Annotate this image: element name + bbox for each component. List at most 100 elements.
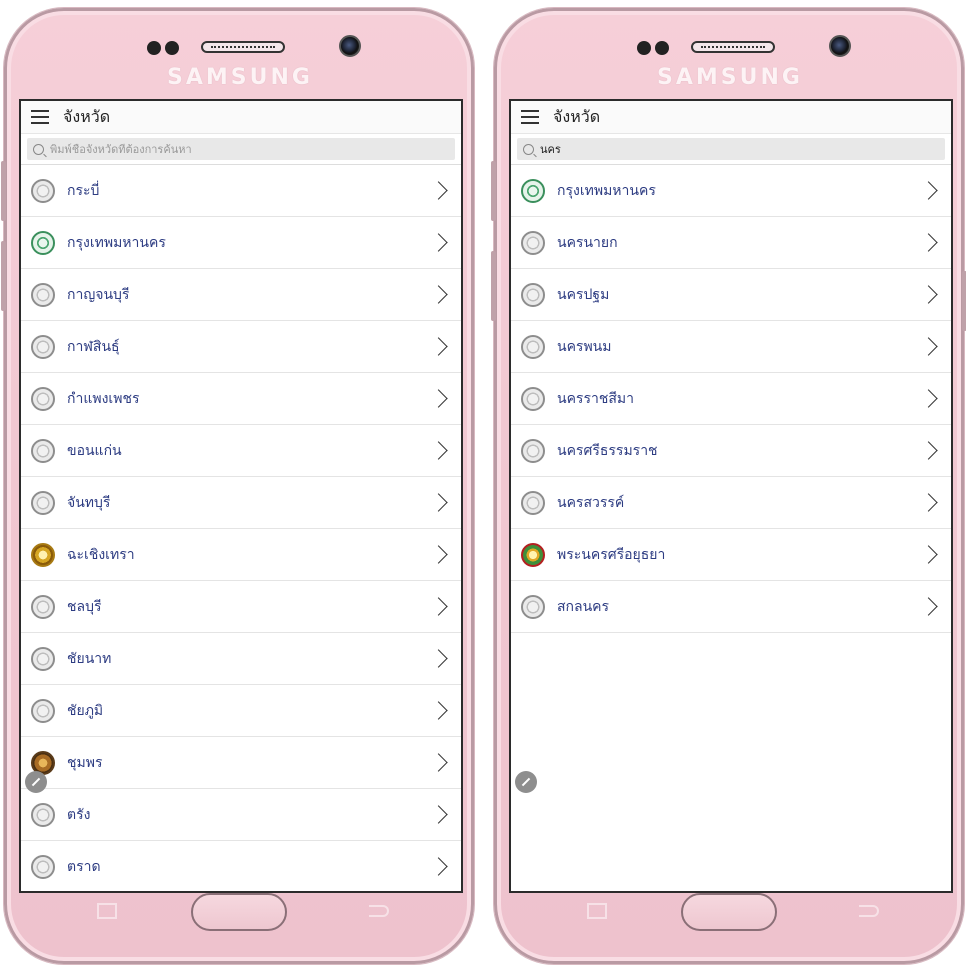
chevron-right-icon[interactable] [429, 337, 448, 356]
search-input[interactable] [540, 142, 939, 156]
hamburger-menu-icon[interactable] [31, 110, 49, 124]
list-item[interactable]: ชัยภูมิ [21, 685, 461, 737]
list-item[interactable]: จันทบุรี [21, 477, 461, 529]
list-item-label: ฉะเชิงเทรา [67, 546, 135, 563]
list-item[interactable]: สกลนคร [511, 581, 951, 633]
gray-seal-icon [31, 698, 55, 723]
list-item-label: กรุงเทพมหานคร [557, 182, 656, 199]
list-item-label: นครสวรรค์ [557, 494, 625, 511]
home-button[interactable] [681, 893, 777, 931]
brand-logo: SAMSUNG [167, 65, 313, 90]
gray-seal-icon [31, 490, 55, 515]
list-item[interactable]: ตรัง [21, 789, 461, 841]
chevron-right-icon[interactable] [919, 337, 938, 356]
province-list: กระบี่ กรุงเทพมหานคร กาญจนบุรีกาฬสินธุ์กำแ… [21, 164, 461, 891]
list-item[interactable]: พระนครศรีอยุธยา [511, 529, 951, 581]
gray-seal-icon [521, 490, 545, 515]
gray-seal-icon [521, 282, 545, 307]
gray-seal-icon [521, 230, 545, 255]
list-item-label: ตราด [67, 858, 101, 875]
brand-logo: SAMSUNG [657, 65, 803, 90]
chevron-right-icon[interactable] [429, 545, 448, 564]
search-input[interactable] [50, 142, 449, 156]
gray-seal-icon [31, 334, 55, 359]
chevron-right-icon[interactable] [919, 233, 938, 252]
edit-icon[interactable] [515, 771, 537, 793]
search-bar[interactable] [517, 138, 945, 160]
chevron-right-icon[interactable] [429, 493, 448, 512]
list-item[interactable]: ชลบุรี [21, 581, 461, 633]
list-item-label: กาฬสินธุ์ [67, 338, 120, 355]
green-seal-icon [31, 230, 55, 255]
screen-left: จังหวัด กระบี่กรุงเทพมหานครกาญจนบุรีกาฬส… [19, 99, 463, 893]
list-item[interactable]: ชุมพร [21, 737, 461, 789]
speaker-grille [691, 41, 775, 53]
gray-seal-icon [31, 594, 55, 619]
chevron-right-icon[interactable] [429, 649, 448, 668]
province-list: กรุงเทพมหานครนครนายกนครปฐม นครพนม นครราชสี… [511, 164, 951, 633]
chevron-right-icon[interactable] [429, 753, 448, 772]
list-item-label: นครนายก [557, 234, 618, 251]
gray-seal-icon [521, 386, 545, 411]
gray-seal-icon [31, 646, 55, 671]
chevron-right-icon[interactable] [429, 389, 448, 408]
chevron-right-icon[interactable] [919, 441, 938, 460]
list-item[interactable]: นครปฐม [511, 269, 951, 321]
chevron-right-icon[interactable] [429, 805, 448, 824]
list-item[interactable]: นครราชสีมา [511, 373, 951, 425]
recent-apps-icon[interactable] [97, 903, 117, 919]
chevron-right-icon[interactable] [919, 181, 938, 200]
edit-icon[interactable] [25, 771, 47, 793]
back-icon[interactable] [859, 905, 879, 917]
side-key [962, 271, 966, 331]
chevron-right-icon[interactable] [919, 493, 938, 512]
chevron-right-icon[interactable] [919, 389, 938, 408]
list-item-label: ขอนแก่น [67, 442, 122, 459]
gray-seal-icon [31, 438, 55, 463]
screen-right: จังหวัด กรุงเทพมหานครนครนายกนครปฐมนครพนม… [509, 99, 953, 893]
recent-apps-icon[interactable] [587, 903, 607, 919]
list-item[interactable]: กระบี่ [21, 165, 461, 217]
home-button[interactable] [191, 893, 287, 931]
green-seal-icon [521, 178, 545, 203]
list-item[interactable]: นครสวรรค์ [511, 477, 951, 529]
power-button [1, 241, 6, 311]
list-item[interactable]: นครนายก [511, 217, 951, 269]
sensor-dots [637, 41, 669, 55]
list-item[interactable]: นครพนม [511, 321, 951, 373]
list-item-label: พระนครศรีอยุธยา [557, 546, 666, 563]
list-item-label: นครศรีธรรมราช [557, 442, 658, 459]
list-item[interactable]: กรุงเทพมหานคร [511, 165, 951, 217]
chevron-right-icon[interactable] [429, 441, 448, 460]
chevron-right-icon[interactable] [919, 545, 938, 564]
search-bar[interactable] [27, 138, 455, 160]
chevron-right-icon[interactable] [919, 285, 938, 304]
page-title: จังหวัด [63, 106, 111, 126]
list-item[interactable]: กำแพงเพชร [21, 373, 461, 425]
chevron-right-icon[interactable] [429, 701, 448, 720]
chevron-right-icon[interactable] [919, 597, 938, 616]
chevron-right-icon[interactable] [429, 285, 448, 304]
chevron-right-icon[interactable] [429, 181, 448, 200]
back-icon[interactable] [369, 905, 389, 917]
list-item[interactable]: ชัยนาท [21, 633, 461, 685]
page-title: จังหวัด [553, 106, 601, 126]
list-item[interactable]: ขอนแก่น [21, 425, 461, 477]
list-item-label: ชุมพร [67, 754, 103, 771]
search-icon [523, 143, 534, 155]
chevron-right-icon[interactable] [429, 233, 448, 252]
list-item[interactable]: กาฬสินธุ์ [21, 321, 461, 373]
search-icon [33, 143, 44, 155]
hamburger-menu-icon[interactable] [521, 110, 539, 124]
app-bar: จังหวัด [21, 101, 461, 134]
list-item[interactable]: นครศรีธรรมราช [511, 425, 951, 477]
chevron-right-icon[interactable] [429, 857, 448, 876]
gray-seal-icon [521, 594, 545, 619]
chevron-right-icon[interactable] [429, 597, 448, 616]
speaker-grille [201, 41, 285, 53]
front-camera [829, 35, 851, 57]
list-item[interactable]: กาญจนบุรี [21, 269, 461, 321]
list-item[interactable]: ฉะเชิงเทรา [21, 529, 461, 581]
gray-seal-icon [521, 438, 545, 463]
list-item[interactable]: กรุงเทพมหานคร [21, 217, 461, 269]
